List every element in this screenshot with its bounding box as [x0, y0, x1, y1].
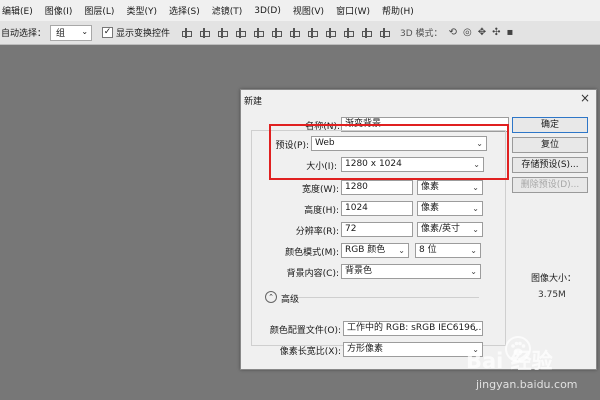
distribute-vcenter-icon[interactable]: [306, 27, 319, 39]
color-profile-select[interactable]: 工作中的 RGB: sRGB IEC6196... ⌄: [343, 321, 483, 336]
chevron-down-icon: ⌄: [470, 246, 477, 255]
paw-icon: [505, 336, 531, 362]
dialog-title: 新建: [244, 97, 263, 107]
menu-edit[interactable]: 编辑(E): [2, 4, 33, 17]
chevron-down-icon: ⌄: [472, 183, 479, 192]
chevron-down-icon: ⌄: [81, 26, 89, 36]
rotate-3d-icon[interactable]: ⟲: [449, 27, 457, 38]
image-size-value: 3.75M: [538, 290, 566, 300]
mode-3d-tools: ⟲ ◎ ✥ ✣ ▪: [449, 27, 520, 38]
close-icon[interactable]: ×: [580, 91, 590, 105]
color-profile-value: 工作中的 RGB: sRGB IEC6196...: [347, 323, 483, 333]
background-select[interactable]: 背景色 ⌄: [341, 264, 481, 279]
align-vcenter-icon[interactable]: [198, 27, 211, 39]
align-bottom-icon[interactable]: [216, 27, 229, 39]
image-size-label: 图像大小：: [531, 274, 577, 284]
align-left-icon[interactable]: [234, 27, 247, 39]
resolution-unit-value: 像素/英寸: [421, 224, 461, 234]
menu-filter[interactable]: 滤镜(T): [212, 4, 243, 17]
resolution-input[interactable]: 72: [341, 222, 413, 237]
color-profile-label: 颜色配置文件(O):: [269, 326, 341, 336]
chevron-down-icon: ⌄: [398, 246, 405, 255]
height-input[interactable]: 1024: [341, 201, 413, 216]
chevron-down-icon: ⌄: [472, 324, 479, 333]
width-label: 宽度(W):: [302, 185, 339, 195]
menu-3d[interactable]: 3D(D): [254, 6, 281, 16]
distribute-right-icon[interactable]: [378, 27, 391, 39]
reset-button[interactable]: 复位: [512, 137, 588, 153]
advanced-label: 高级: [281, 295, 300, 305]
distribute-top-icon[interactable]: [288, 27, 301, 39]
distribute-hcenter-icon[interactable]: [360, 27, 373, 39]
bit-depth-value: 8 位: [419, 245, 437, 255]
drag-3d-icon[interactable]: ✥: [478, 27, 486, 38]
chevron-down-icon: ⌄: [472, 225, 479, 234]
width-unit-select[interactable]: 像素 ⌄: [417, 180, 483, 195]
menu-type[interactable]: 类型(Y): [126, 4, 157, 17]
menu-bar: 编辑(E) 图像(I) 图层(L) 类型(Y) 选择(S) 滤镜(T) 3D(D…: [0, 0, 600, 21]
height-unit-value: 像素: [421, 203, 440, 213]
new-document-dialog: 新建 × 名称(N): 渐变背景 预设(P): Web ⌄ 大小(I): 128…: [240, 89, 597, 370]
auto-select-dropdown[interactable]: 组 ⌄: [50, 24, 93, 41]
resolution-label: 分辨率(R):: [295, 227, 339, 237]
scale-3d-icon[interactable]: ▪: [506, 27, 513, 38]
align-hcenter-icon[interactable]: [252, 27, 265, 39]
auto-select-value: 组: [56, 29, 66, 39]
collapse-advanced-icon[interactable]: ⌃: [265, 291, 277, 303]
menu-help[interactable]: 帮助(H): [382, 4, 414, 17]
color-mode-value: RGB 颜色: [345, 245, 386, 255]
delete-preset-button[interactable]: 删除预设(D)...: [512, 177, 588, 193]
ok-button[interactable]: 确定: [512, 117, 588, 133]
menu-select[interactable]: 选择(S): [169, 4, 200, 17]
background-label: 背景内容(C):: [286, 269, 339, 279]
width-unit-value: 像素: [421, 182, 440, 192]
chevron-down-icon: ⌄: [470, 267, 477, 276]
roll-3d-icon[interactable]: ◎: [463, 27, 472, 38]
menu-window[interactable]: 窗口(W): [336, 4, 370, 17]
pixel-aspect-select[interactable]: 方形像素 ⌄: [343, 342, 483, 357]
distribute-bottom-icon[interactable]: [324, 27, 337, 39]
distribute-left-icon[interactable]: [342, 27, 355, 39]
show-transform-label: 显示变换控件: [116, 29, 171, 39]
pixel-aspect-value: 方形像素: [347, 344, 384, 354]
height-label: 高度(H):: [304, 206, 339, 216]
highlight-box: [269, 124, 509, 180]
menu-view[interactable]: 视图(V): [293, 4, 324, 17]
menu-layer[interactable]: 图层(L): [84, 4, 114, 17]
bit-depth-select[interactable]: 8 位 ⌄: [415, 243, 481, 258]
align-tools: [180, 27, 396, 39]
watermark-url: jingyan.baidu.com: [476, 378, 578, 391]
align-right-icon[interactable]: [270, 27, 283, 39]
show-transform-checkbox[interactable]: ✓: [102, 27, 114, 38]
options-bar: 自动选择： 组 ⌄ ✓ 显示变换控件 3D 模式： ⟲ ◎ ✥ ✣ ▪: [0, 21, 600, 45]
auto-select-label: 自动选择：: [1, 29, 47, 39]
color-mode-label: 颜色模式(M):: [285, 248, 339, 258]
menu-image[interactable]: 图像(I): [45, 4, 73, 17]
save-preset-button[interactable]: 存储预设(S)...: [512, 157, 588, 173]
height-unit-select[interactable]: 像素 ⌄: [417, 201, 483, 216]
width-input[interactable]: 1280: [341, 180, 413, 195]
divider: [299, 297, 479, 298]
slide-3d-icon[interactable]: ✣: [492, 27, 500, 38]
chevron-down-icon: ⌄: [472, 204, 479, 213]
align-top-icon[interactable]: [180, 27, 193, 39]
pixel-aspect-label: 像素长宽比(X):: [279, 347, 341, 357]
resolution-unit-select[interactable]: 像素/英寸 ⌄: [417, 222, 483, 237]
mode-3d-label: 3D 模式：: [400, 29, 443, 39]
color-mode-select[interactable]: RGB 颜色 ⌄: [341, 243, 409, 258]
background-value: 背景色: [345, 266, 373, 276]
